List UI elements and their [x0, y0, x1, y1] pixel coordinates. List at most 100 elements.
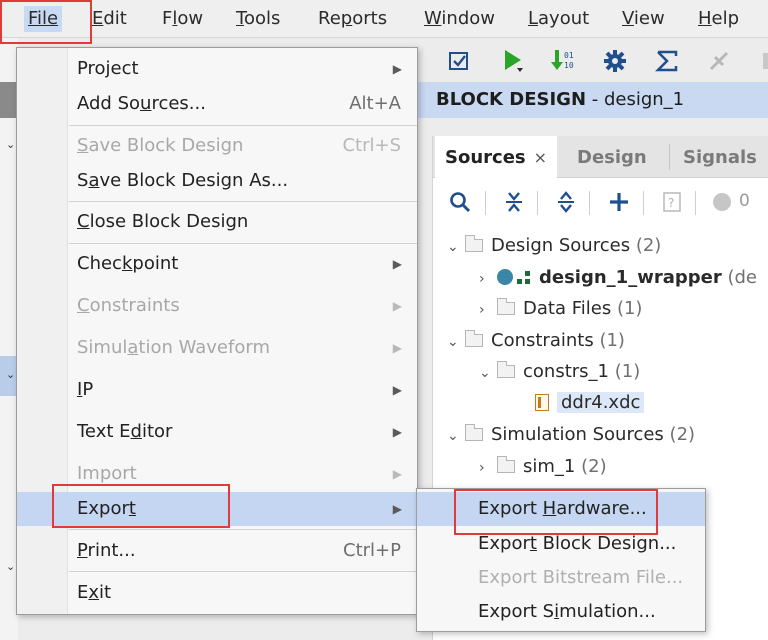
menu-item-checkpoint[interactable]: Checkpoint ▶: [17, 247, 417, 281]
tree-item-simulation-sources[interactable]: ⌄ Simulation Sources (2): [447, 421, 695, 449]
menu-flow[interactable]: Flow: [162, 6, 203, 32]
settings-button[interactable]: [600, 46, 630, 76]
menu-item-label: Add Sources...: [77, 93, 206, 114]
chevron-right-icon[interactable]: ›: [479, 454, 497, 482]
menu-item-print[interactable]: Print... Ctrl+P: [17, 534, 417, 568]
more-tool-button[interactable]: [752, 46, 768, 76]
search-icon: [450, 192, 471, 213]
chevron-down-icon[interactable]: ⌄: [447, 233, 465, 261]
chevron-right-icon[interactable]: ›: [479, 296, 497, 324]
menu-window[interactable]: Window: [424, 6, 495, 32]
tree-item-label: sim_1: [523, 456, 576, 477]
tree-item-data-files[interactable]: › Data Files (1): [479, 295, 642, 323]
hierarchy-icon: [517, 271, 531, 285]
tab-design[interactable]: Design: [577, 136, 647, 178]
tree-item-ddr4-xdc[interactable]: ddr4.xdc: [535, 389, 645, 417]
menu-item-ip[interactable]: IP ▶: [17, 373, 417, 407]
collapse-all-button[interactable]: [501, 189, 527, 215]
menu-help[interactable]: Help: [698, 6, 739, 32]
menu-view-label: View: [622, 8, 665, 29]
menu-separator: [69, 125, 417, 126]
menu-item-label: IP: [77, 379, 94, 400]
menu-item-export-hardware[interactable]: Export Hardware...: [417, 492, 705, 526]
help-button[interactable]: ?: [659, 189, 685, 215]
menu-item-simulation-waveform[interactable]: Simulation Waveform ▶: [17, 331, 417, 365]
expand-all-icon: [558, 191, 574, 213]
menu-item-save-block-design-as[interactable]: Save Block Design As...: [17, 164, 417, 198]
folder-icon: [465, 424, 483, 441]
tree-item-label: ddr4.xdc: [557, 392, 645, 413]
tree-item-design-1-wrapper[interactable]: › design_1_wrapper (de: [479, 264, 757, 292]
mnemonic-letter: C: [77, 295, 90, 316]
expand-all-button[interactable]: [553, 189, 579, 215]
chevron-down-icon[interactable]: ⌄: [479, 359, 497, 387]
tree-item-count: (2): [581, 456, 607, 477]
chevron-down-icon[interactable]: ⌄: [447, 422, 465, 450]
menu-item-export-block-design[interactable]: Export Block Design...: [417, 527, 705, 561]
tab-signals[interactable]: Signals: [683, 136, 757, 178]
menu-edit[interactable]: Edit: [92, 6, 127, 32]
tree-item-sim-1[interactable]: › sim_1 (2): [479, 453, 607, 481]
left-strip-chevron-icon: ⌄: [6, 560, 16, 573]
program-device-button[interactable]: 01 10: [548, 46, 578, 76]
chevron-right-icon: ▶: [392, 257, 402, 271]
mnemonic-letter: P: [77, 540, 88, 561]
menu-item-exit[interactable]: Exit: [17, 576, 417, 610]
tab-sources[interactable]: Sources ×: [435, 136, 558, 179]
search-button[interactable]: [447, 189, 473, 215]
menu-item-project[interactable]: Project ▶: [17, 52, 417, 86]
mnemonic-letter: a: [88, 170, 100, 191]
disabled-tool-button[interactable]: [704, 46, 734, 76]
menu-item-close-block-design[interactable]: Close Block Design: [17, 205, 417, 239]
status-count: 0: [739, 191, 750, 211]
menu-view[interactable]: View: [622, 6, 665, 32]
validate-design-button[interactable]: [444, 46, 474, 76]
sources-toolbar: ? 0: [433, 179, 768, 225]
tree-item-label: Data Files: [523, 298, 612, 319]
tree-item-label: Simulation Sources: [491, 424, 664, 445]
mnemonic-letter: a: [127, 337, 139, 358]
tree-item-count: (1): [599, 330, 625, 351]
menu-layout[interactable]: Layout: [528, 6, 589, 32]
tree-item-constrs-1[interactable]: ⌄ constrs_1 (1): [479, 358, 640, 386]
menu-item-import[interactable]: Import ▶: [17, 457, 417, 491]
menu-item-export-simulation[interactable]: Export Simulation...: [417, 595, 705, 629]
folder-icon: [497, 361, 515, 378]
close-icon[interactable]: ×: [534, 148, 547, 167]
constraint-file-icon: [535, 394, 549, 411]
mnemonic-letter: l: [172, 8, 178, 29]
mnemonic-letter: d: [130, 421, 142, 442]
status-indicator: [709, 189, 735, 215]
menu-item-save-block-design[interactable]: Save Block Design Ctrl+S: [17, 129, 417, 163]
chevron-right-icon: ▶: [392, 62, 402, 76]
report-button[interactable]: [652, 46, 682, 76]
menu-item-label: Constraints: [77, 295, 180, 316]
menu-file[interactable]: File: [24, 6, 63, 32]
tree-item-label: Design Sources: [491, 235, 631, 256]
menu-item-constraints[interactable]: Constraints ▶: [17, 289, 417, 323]
toolbar-separator: [589, 191, 590, 215]
sources-tabbar: Sources × Design Signals: [433, 136, 768, 179]
block-design-icon: [497, 269, 513, 285]
menu-reports[interactable]: Reports: [318, 6, 387, 32]
collapse-all-icon: [506, 192, 522, 212]
toolbar-separator: [485, 191, 486, 215]
menu-tools[interactable]: Tools: [236, 6, 280, 32]
chevron-right-icon[interactable]: ›: [479, 265, 497, 293]
chevron-right-icon: ▶: [392, 502, 402, 516]
chevron-down-icon[interactable]: ⌄: [447, 328, 465, 356]
gear-icon: [604, 50, 626, 72]
left-strip-chevron-icon: ⌄: [6, 138, 16, 151]
menu-item-add-sources[interactable]: Add Sources... Alt+A: [17, 87, 417, 121]
run-button[interactable]: [498, 46, 528, 76]
menu-item-text-editor[interactable]: Text Editor ▶: [17, 415, 417, 449]
menu-layout-label: Layout: [528, 8, 590, 29]
add-sources-button[interactable]: [606, 189, 632, 215]
menu-item-export[interactable]: Export ▶: [17, 492, 417, 526]
menu-item-export-bitstream-file[interactable]: Export Bitstream File...: [417, 561, 705, 595]
tree-item-constraints[interactable]: ⌄ Constraints (1): [447, 327, 625, 355]
chevron-right-icon: ▶: [392, 299, 402, 313]
sigma-icon: [655, 50, 678, 72]
tab-sources-label: Sources: [445, 147, 526, 168]
tree-item-design-sources[interactable]: ⌄ Design Sources (2): [447, 232, 661, 260]
